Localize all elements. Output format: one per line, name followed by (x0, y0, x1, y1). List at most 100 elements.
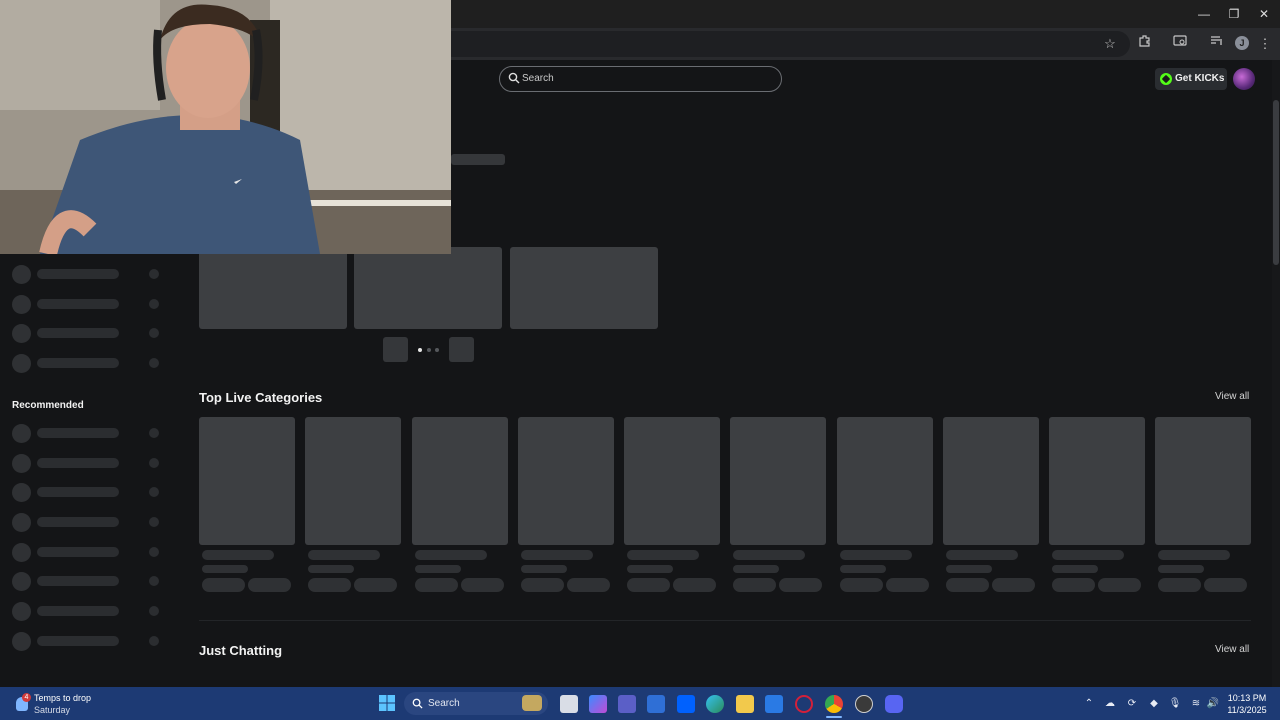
featured-card[interactable] (354, 247, 502, 329)
profile-icon[interactable]: J (1235, 36, 1249, 50)
microphone-icon[interactable]: 🎙 (1168, 697, 1182, 711)
sidebar-avatar-placeholder[interactable] (12, 424, 31, 443)
carousel-dot-active[interactable] (418, 348, 422, 352)
weather-widget[interactable]: 4 Temps to drop Saturday (14, 691, 114, 717)
sync-icon[interactable]: ⟳ (1125, 697, 1139, 711)
edge-icon[interactable] (706, 695, 724, 713)
category-card-thumbnail[interactable] (199, 417, 295, 545)
sidebar-avatar-placeholder[interactable] (12, 632, 31, 651)
category-card-thumbnail[interactable] (837, 417, 933, 545)
get-kicks-button[interactable]: Get KICKs (1155, 68, 1227, 90)
sidebar-avatar-placeholder[interactable] (12, 543, 31, 562)
network-app-icon[interactable]: ◆ (1147, 697, 1161, 711)
wifi-icon[interactable]: ≋ (1189, 697, 1203, 711)
category-card-thumbnail[interactable] (305, 417, 401, 545)
sidebar-avatar-placeholder[interactable] (12, 513, 31, 532)
sidebar-name-placeholder[interactable] (37, 576, 119, 586)
star-icon[interactable]: ☆ (1100, 34, 1120, 54)
category-viewers-placeholder (202, 565, 248, 573)
carousel-prev-button[interactable] (383, 337, 408, 362)
obs-icon[interactable] (855, 695, 873, 713)
taskbar-search[interactable]: Search (404, 692, 548, 715)
tray-overflow-icon[interactable]: ⌃ (1082, 697, 1096, 711)
search-highlight-icon (522, 695, 542, 711)
category-name-placeholder (308, 550, 380, 560)
media-icon[interactable] (1207, 34, 1227, 54)
featured-card[interactable] (199, 247, 347, 329)
extensions-icon[interactable] (1135, 34, 1155, 54)
dropbox-icon[interactable] (677, 695, 695, 713)
restore-button[interactable]: ❐ (1219, 4, 1249, 24)
page-scrollbar[interactable] (1272, 60, 1280, 687)
file-explorer-icon[interactable] (736, 695, 754, 713)
search-icon (412, 698, 423, 709)
sidebar-name-placeholder[interactable] (37, 606, 119, 616)
cloud-icon[interactable]: ☁ (1103, 697, 1117, 711)
sidebar-heading-recommended: Recommended (12, 400, 84, 411)
sidebar-viewer-placeholder (149, 299, 159, 309)
discord-icon[interactable] (885, 695, 903, 713)
category-name-placeholder (521, 550, 593, 560)
featured-card[interactable] (510, 247, 658, 329)
view-all-just-chatting-link[interactable]: View all (1215, 644, 1249, 655)
category-viewers-placeholder (1158, 565, 1204, 573)
menu-icon[interactable]: ⋮ (1255, 34, 1275, 54)
sidebar-name-placeholder[interactable] (37, 358, 119, 368)
close-window-button[interactable]: ✕ (1249, 4, 1279, 24)
avatar[interactable] (1233, 68, 1255, 90)
copilot-icon[interactable] (589, 695, 607, 713)
cast-icon[interactable] (1170, 34, 1190, 54)
volume-icon[interactable]: 🔊 (1206, 697, 1220, 711)
sidebar-name-placeholder[interactable] (37, 487, 119, 497)
carousel-next-button[interactable] (449, 337, 474, 362)
store-icon[interactable] (647, 695, 665, 713)
minimize-button[interactable]: — (1189, 4, 1219, 24)
sidebar-avatar-placeholder[interactable] (12, 354, 31, 373)
category-card-thumbnail[interactable] (412, 417, 508, 545)
sidebar-name-placeholder[interactable] (37, 328, 119, 338)
category-tag-placeholder (308, 578, 351, 592)
sidebar-name-placeholder[interactable] (37, 299, 119, 309)
sidebar-avatar-placeholder[interactable] (12, 572, 31, 591)
chrome-icon[interactable] (825, 695, 843, 713)
sidebar-name-placeholder[interactable] (37, 428, 119, 438)
sidebar-avatar-placeholder[interactable] (12, 454, 31, 473)
search-icon (508, 72, 520, 84)
sidebar-name-placeholder[interactable] (37, 547, 119, 557)
system-clock[interactable]: 10:13 PM 11/3/2025 (1222, 692, 1272, 716)
category-card-thumbnail[interactable] (1155, 417, 1251, 545)
hero-placeholder-bar (451, 154, 505, 165)
sidebar-avatar-placeholder[interactable] (12, 265, 31, 284)
view-all-categories-link[interactable]: View all (1215, 391, 1249, 402)
category-viewers-placeholder (415, 565, 461, 573)
address-bar[interactable] (440, 31, 1130, 57)
search-input[interactable]: Search (499, 66, 782, 92)
sidebar-viewer-placeholder (149, 458, 159, 468)
sidebar-name-placeholder[interactable] (37, 269, 119, 279)
category-name-placeholder (1158, 550, 1230, 560)
category-card-thumbnail[interactable] (730, 417, 826, 545)
category-viewers-placeholder (733, 565, 779, 573)
weather-badge: 4 (22, 693, 31, 702)
carousel-dot[interactable] (435, 348, 439, 352)
mail-icon[interactable] (765, 695, 783, 713)
scrollbar-thumb[interactable] (1273, 100, 1279, 265)
sidebar-name-placeholder[interactable] (37, 636, 119, 646)
sidebar-avatar-placeholder[interactable] (12, 295, 31, 314)
category-card-thumbnail[interactable] (1049, 417, 1145, 545)
sidebar-name-placeholder[interactable] (37, 517, 119, 527)
opera-icon[interactable] (795, 695, 813, 713)
category-viewers-placeholder (946, 565, 992, 573)
sidebar-avatar-placeholder[interactable] (12, 483, 31, 502)
category-card-thumbnail[interactable] (943, 417, 1039, 545)
sidebar-avatar-placeholder[interactable] (12, 324, 31, 343)
sidebar-name-placeholder[interactable] (37, 458, 119, 468)
category-viewers-placeholder (1052, 565, 1098, 573)
carousel-dot[interactable] (427, 348, 431, 352)
windows-start-icon[interactable] (379, 695, 395, 711)
sidebar-avatar-placeholder[interactable] (12, 602, 31, 621)
task-view-icon[interactable] (560, 695, 578, 713)
category-card-thumbnail[interactable] (518, 417, 614, 545)
teams-icon[interactable] (618, 695, 636, 713)
category-card-thumbnail[interactable] (624, 417, 720, 545)
